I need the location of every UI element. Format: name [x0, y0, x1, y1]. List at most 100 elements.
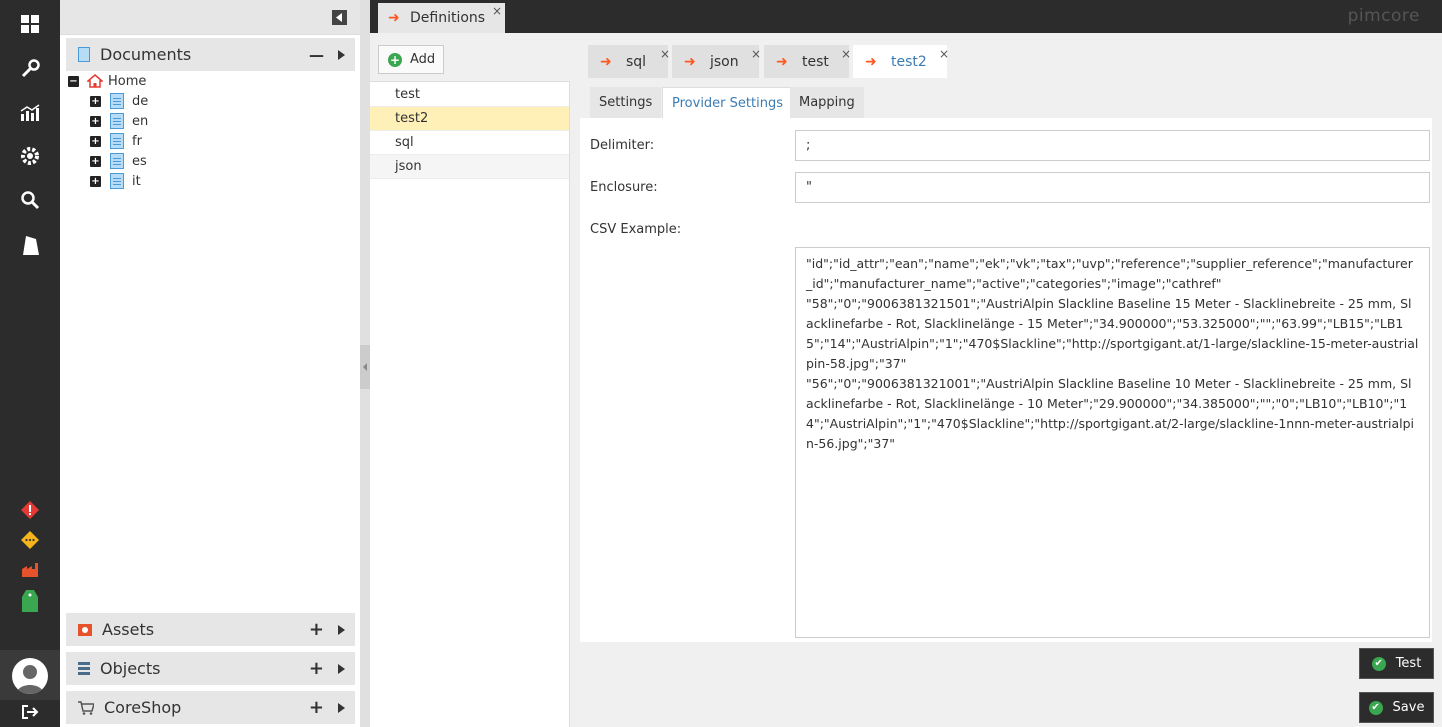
tab-mapping[interactable]: Mapping	[790, 87, 864, 118]
enclosure-label: Enclosure:	[590, 180, 658, 195]
list-toolbar: + Add	[370, 33, 570, 82]
main-sidebar	[0, 0, 60, 727]
tree-panel: Documents — − Home + de + en + fr + es +…	[60, 0, 360, 727]
import-arrow-icon: ➜	[865, 53, 877, 70]
add-icon[interactable]: +	[309, 619, 324, 640]
documents-label: Documents	[100, 45, 192, 64]
top-tab-bar	[370, 0, 1442, 33]
dashboard-icon[interactable]	[18, 12, 42, 36]
expand-node-icon[interactable]: +	[90, 155, 101, 167]
test-button-label: Test	[1395, 656, 1422, 671]
expand-node-icon[interactable]: +	[90, 95, 101, 107]
save-button-label: Save	[1392, 700, 1425, 715]
save-button[interactable]: ✔ Save	[1359, 692, 1434, 723]
import-arrow-icon: ➜	[388, 10, 400, 26]
tab-json[interactable]: ➜ json ×	[672, 45, 761, 78]
logout-icon[interactable]	[18, 700, 42, 724]
chevron-right-icon[interactable]	[338, 699, 345, 717]
tab-provider-settings[interactable]: Provider Settings	[662, 87, 793, 118]
assets-header[interactable]: Assets +	[66, 613, 355, 646]
definition-form: Settings Provider Settings Mapping Delim…	[580, 85, 1432, 642]
assets-icon	[78, 623, 92, 636]
import-arrow-icon: ➜	[776, 53, 788, 70]
tree-node-label: Home	[108, 73, 147, 89]
enclosure-field[interactable]: "	[795, 172, 1430, 203]
delimiter-field[interactable]: ;	[795, 130, 1430, 161]
tree-node-fr[interactable]: + fr	[90, 131, 142, 151]
list-item-label: sql	[395, 135, 414, 150]
tag-icon[interactable]	[18, 233, 42, 257]
tab-sql[interactable]: ➜ sql ×	[588, 45, 670, 78]
document-icon	[110, 153, 124, 169]
wrench-icon[interactable]	[18, 57, 42, 81]
close-icon[interactable]: ×	[492, 4, 502, 18]
collapse-icon[interactable]: —	[309, 46, 324, 64]
expand-node-icon[interactable]: +	[90, 135, 101, 147]
documents-header[interactable]: Documents —	[66, 38, 355, 71]
document-icon	[78, 47, 90, 62]
objects-label: Objects	[100, 659, 161, 678]
add-button-label: Add	[410, 52, 436, 67]
list-item[interactable]: sql	[370, 131, 569, 155]
tab-test[interactable]: ➜ test ×	[764, 45, 851, 78]
tree-node-label: it	[132, 173, 141, 189]
close-icon[interactable]: ×	[939, 47, 949, 61]
objects-header[interactable]: Objects +	[66, 652, 355, 685]
add-button[interactable]: + Add	[378, 45, 444, 74]
test-button[interactable]: ✔ Test	[1359, 648, 1434, 679]
splitter-handle[interactable]	[360, 345, 370, 389]
list-item-label: test2	[395, 111, 429, 126]
expand-node-icon[interactable]: +	[90, 115, 101, 127]
list-item[interactable]: json	[370, 155, 569, 179]
factory-icon[interactable]	[18, 558, 42, 582]
tree-node-en[interactable]: + en	[90, 111, 148, 131]
tab-test2[interactable]: ➜ test2 ×	[853, 45, 949, 78]
list-item-selected[interactable]: test2	[370, 107, 569, 131]
add-icon[interactable]: +	[309, 697, 324, 718]
check-icon: ✔	[1371, 656, 1386, 671]
tree-node-es[interactable]: + es	[90, 151, 147, 171]
search-icon[interactable]	[18, 188, 42, 212]
close-icon[interactable]: ×	[841, 47, 851, 61]
tab-settings[interactable]: Settings	[590, 87, 662, 118]
error-icon[interactable]	[18, 498, 42, 522]
tree-node-it[interactable]: + it	[90, 171, 141, 191]
list-item-label: test	[395, 87, 420, 102]
document-icon	[110, 113, 124, 129]
add-icon: +	[388, 52, 402, 67]
tree-node-label: es	[132, 153, 147, 169]
add-icon[interactable]: +	[309, 658, 324, 679]
coreshop-label: CoreShop	[104, 698, 182, 717]
collapse-panel-button[interactable]	[332, 10, 347, 25]
csv-example-textarea[interactable]: "id";"id_attr";"ean";"name";"ek";"vk";"t…	[795, 247, 1430, 638]
coreshop-header[interactable]: CoreShop +	[66, 691, 355, 724]
chevron-right-icon[interactable]	[338, 660, 345, 678]
expand-node-icon[interactable]: +	[90, 175, 101, 187]
collapse-node-icon[interactable]: −	[68, 75, 79, 87]
tree-node-home[interactable]: − Home	[68, 71, 146, 91]
import-arrow-icon: ➜	[684, 53, 696, 70]
tab-definitions[interactable]: ➜ Definitions ×	[378, 3, 505, 33]
tree-node-de[interactable]: + de	[90, 91, 148, 111]
list-item[interactable]: test	[370, 83, 569, 107]
cart-icon	[78, 700, 94, 715]
panel-splitter[interactable]	[360, 0, 370, 727]
close-icon[interactable]: ×	[751, 47, 761, 61]
green-tag-icon[interactable]	[18, 589, 42, 613]
tree-node-label: de	[132, 93, 149, 109]
chevron-right-icon[interactable]	[338, 621, 345, 639]
avatar[interactable]	[12, 658, 48, 694]
document-icon	[110, 133, 124, 149]
chart-icon[interactable]	[18, 101, 42, 125]
definition-editor: ➜ sql × ➜ json × ➜ test × ➜ test2 × Sett…	[570, 33, 1442, 727]
close-icon[interactable]: ×	[660, 47, 670, 61]
check-icon: ✔	[1368, 700, 1383, 715]
chevron-right-icon[interactable]	[338, 46, 345, 64]
sub-tab-bar: Settings Provider Settings Mapping	[580, 85, 1432, 118]
gear-icon[interactable]	[18, 144, 42, 168]
warning-icon[interactable]	[18, 528, 42, 552]
user-panel	[0, 650, 60, 700]
tab-label: sql	[626, 53, 647, 70]
assets-label: Assets	[102, 620, 155, 639]
home-icon	[87, 74, 103, 88]
